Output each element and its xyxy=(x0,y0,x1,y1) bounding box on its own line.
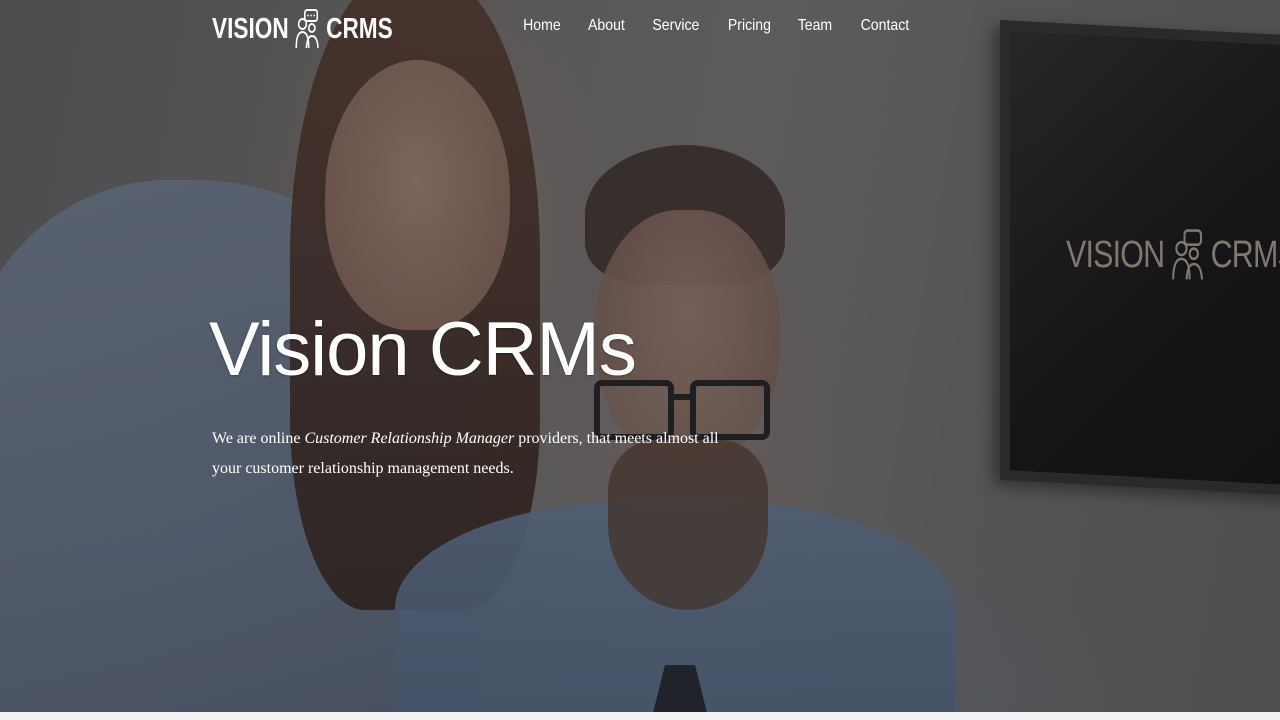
nav-item-pricing: Pricing xyxy=(722,17,771,35)
hero-section: VISION CRMS VISION xyxy=(0,0,1280,712)
nav-item-team: Team xyxy=(793,17,831,35)
dark-overlay xyxy=(0,0,1280,712)
brand-logo[interactable]: VISION CRMS xyxy=(212,8,393,50)
nav-item-about: About xyxy=(583,17,625,35)
hero-text-emphasis: Customer Relationship Manager xyxy=(304,430,515,447)
nav-link-pricing[interactable]: Pricing xyxy=(728,17,771,35)
hero-description: We are online Customer Relationship Mana… xyxy=(212,424,732,484)
nav-item-contact: Contact xyxy=(854,17,909,35)
hero-text-before: We are online xyxy=(212,430,305,447)
people-chat-icon xyxy=(295,9,320,49)
brand-right-word: CRMS xyxy=(326,12,393,45)
nav-menu: Home About Service Pricing Team Contact xyxy=(496,17,909,35)
nav-link-contact[interactable]: Contact xyxy=(860,17,909,35)
nav-link-home[interactable]: Home xyxy=(523,17,561,35)
nav-link-about[interactable]: About xyxy=(588,17,625,35)
bottom-strip xyxy=(0,712,1280,720)
hero-title: Vision CRMs xyxy=(209,307,637,392)
nav-item-home: Home xyxy=(518,17,561,35)
nav-item-service: Service xyxy=(646,17,700,35)
brand-left-word: VISION xyxy=(212,12,289,45)
nav-link-service[interactable]: Service xyxy=(653,17,700,35)
top-navbar: VISION CRMS Home About Service Pricing T… xyxy=(0,0,1280,60)
nav-link-team[interactable]: Team xyxy=(797,17,831,35)
